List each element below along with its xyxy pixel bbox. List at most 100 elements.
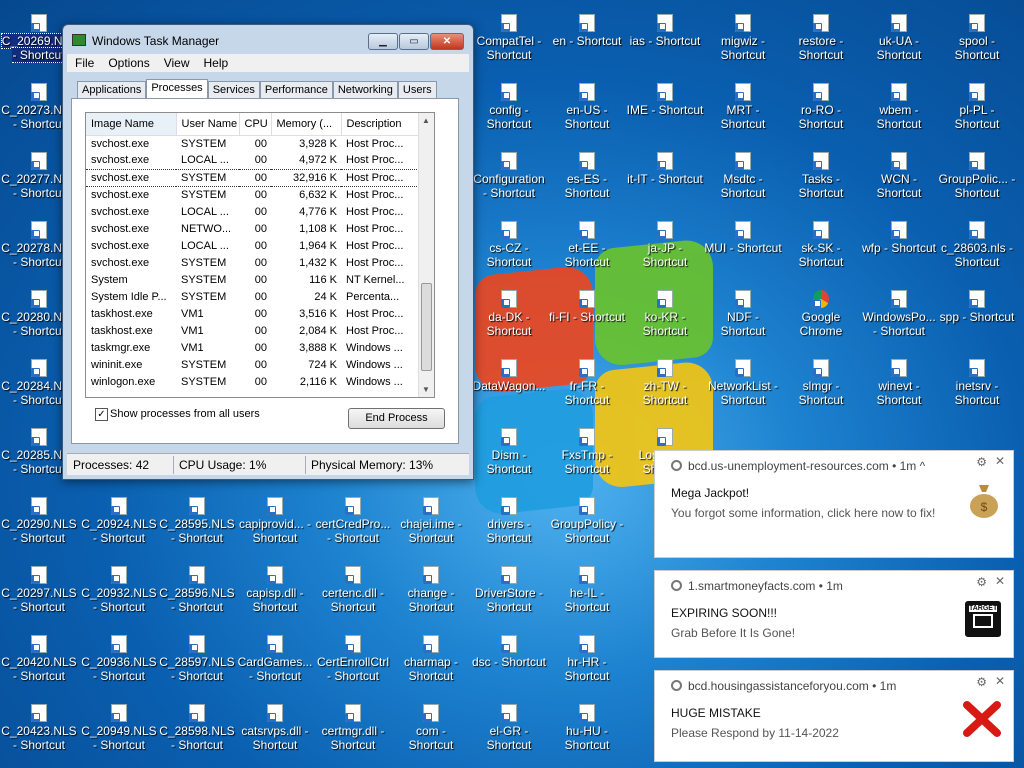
desktop-icon[interactable]: winevt - Shortcut (860, 353, 938, 421)
desktop-icon[interactable]: wbem - Shortcut (860, 77, 938, 145)
desktop-icon[interactable]: dsc - Shortcut (470, 629, 548, 697)
scroll-down-arrow-icon[interactable]: ▼ (422, 385, 430, 394)
scroll-up-arrow-icon[interactable]: ▲ (422, 116, 430, 125)
desktop-icon[interactable]: en-US - Shortcut (548, 77, 626, 145)
process-row[interactable]: winlogon.exe SYSTEM 00 2,116 K Windows ... (86, 373, 419, 390)
process-row[interactable]: System SYSTEM 00 116 K NT Kernel... (86, 271, 419, 288)
tab-services[interactable]: Services (207, 81, 260, 99)
desktop-icon[interactable]: IME - Shortcut (626, 77, 704, 145)
column-description[interactable]: Description (341, 113, 420, 136)
desktop-icon[interactable]: ias - Shortcut (626, 8, 704, 76)
desktop-icon[interactable]: NDF - Shortcut (704, 284, 782, 352)
close-button[interactable]: ✕ (430, 33, 464, 50)
desktop-icon[interactable]: fr-FR - Shortcut (548, 353, 626, 421)
desktop-icon[interactable]: C_28596.NLS - Shortcut (158, 560, 236, 628)
desktop-icon[interactable]: hu-HU - Shortcut (548, 698, 626, 766)
desktop-icon[interactable]: NetworkList - Shortcut (704, 353, 782, 421)
desktop-icon[interactable]: ro-RO - Shortcut (782, 77, 860, 145)
desktop-icon[interactable]: Dism - Shortcut (470, 422, 548, 490)
desktop-icon[interactable]: GroupPolicy - Shortcut (548, 491, 626, 559)
desktop-icon[interactable]: C_28597.NLS - Shortcut (158, 629, 236, 697)
desktop-icon[interactable]: Tasks - Shortcut (782, 146, 860, 214)
desktop-icon[interactable]: C_20949.NLS - Shortcut (80, 698, 158, 766)
desktop-icon[interactable]: el-GR - Shortcut (470, 698, 548, 766)
desktop-icon[interactable]: com - Shortcut (392, 698, 470, 766)
show-all-users-checkbox[interactable]: ✓ (95, 408, 108, 421)
close-icon[interactable]: ✕ (995, 674, 1005, 688)
desktop-icon[interactable]: uk-UA - Shortcut (860, 8, 938, 76)
process-row[interactable]: svchost.exe LOCAL ... 00 4,972 K Host Proc..… (86, 152, 419, 169)
desktop-icon[interactable]: he-IL - Shortcut (548, 560, 626, 628)
notification-jackpot[interactable]: bcd.us-unemployment-resources.com • 1m ^… (654, 450, 1014, 558)
menu-help[interactable]: Help (196, 54, 235, 70)
desktop-icon[interactable]: C_20297.NLS - Shortcut (0, 560, 78, 628)
desktop-icon[interactable]: fi-FI - Shortcut (548, 284, 626, 352)
desktop-icon[interactable]: slmgr - Shortcut (782, 353, 860, 421)
desktop-icon[interactable]: da-DK - Shortcut (470, 284, 548, 352)
desktop-icon[interactable]: C_28595.NLS - Shortcut (158, 491, 236, 559)
process-row[interactable]: taskhost.exe VM1 00 2,084 K Host Proc... (86, 322, 419, 339)
desktop-icon[interactable]: change - Shortcut (392, 560, 470, 628)
menu-view[interactable]: View (156, 54, 196, 70)
desktop-icon[interactable]: certmgr.dll - Shortcut (314, 698, 392, 766)
desktop-icon[interactable]: spool - Shortcut (938, 8, 1016, 76)
desktop-icon[interactable]: WCN - Shortcut (860, 146, 938, 214)
desktop-icon[interactable]: C_20423.NLS - Shortcut (0, 698, 78, 766)
gear-icon[interactable]: ⚙ (976, 455, 987, 469)
vertical-scrollbar[interactable]: ▲ ▼ (418, 113, 434, 397)
desktop-icon[interactable]: C_20290.NLS - Shortcut (0, 491, 78, 559)
desktop-icon[interactable]: DataWagon... (470, 353, 548, 421)
process-row[interactable]: svchost.exe LOCAL ... 00 4,776 K Host Proc..… (86, 203, 419, 220)
desktop-icon[interactable]: MRT - Shortcut (704, 77, 782, 145)
desktop-icon[interactable]: config - Shortcut (470, 77, 548, 145)
desktop-icon[interactable]: wfp - Shortcut (860, 215, 938, 283)
notification-huge-mistake[interactable]: bcd.housingassistanceforyou.com • 1m ⚙ ✕… (654, 670, 1014, 762)
process-row[interactable]: taskhost.exe VM1 00 3,516 K Host Proc... (86, 305, 419, 322)
menu-file[interactable]: File (67, 54, 100, 70)
desktop-icon[interactable]: CardGames... - Shortcut (236, 629, 314, 697)
desktop-icon[interactable]: it-IT - Shortcut (626, 146, 704, 214)
desktop-icon[interactable]: CertEnrollCtrl - Shortcut (314, 629, 392, 697)
desktop-icon[interactable]: capisp.dll - Shortcut (236, 560, 314, 628)
process-row[interactable]: wininit.exe SYSTEM 00 724 K Windows ... (86, 356, 419, 373)
desktop-icon[interactable]: inetsrv - Shortcut (938, 353, 1016, 421)
column-memory[interactable]: Memory (... (271, 113, 342, 136)
desktop-icon[interactable]: DriverStore - Shortcut (470, 560, 548, 628)
process-row[interactable]: svchost.exe NETWO... 00 1,108 K Host Proc... (86, 220, 419, 237)
desktop-icon[interactable]: C_28598.NLS - Shortcut (158, 698, 236, 766)
desktop-icon[interactable]: FxsTmp - Shortcut (548, 422, 626, 490)
desktop-icon[interactable]: drivers - Shortcut (470, 491, 548, 559)
desktop-icon[interactable]: C_20420.NLS - Shortcut (0, 629, 78, 697)
desktop-icon[interactable]: sk-SK - Shortcut (782, 215, 860, 283)
menu-options[interactable]: Options (100, 54, 155, 70)
desktop-icon[interactable]: chajei.ime - Shortcut (392, 491, 470, 559)
desktop-icon[interactable]: spp - Shortcut (938, 284, 1016, 352)
process-row[interactable]: svchost.exe SYSTEM 00 6,632 K Host Proc... (86, 186, 419, 203)
desktop-icon[interactable]: ko-KR - Shortcut (626, 284, 704, 352)
desktop-icon[interactable]: en - Shortcut (548, 8, 626, 76)
desktop-icon[interactable]: CompatTel - Shortcut (470, 8, 548, 76)
maximize-button[interactable]: ▭ (399, 33, 429, 50)
column-user-name[interactable]: User Name (176, 113, 240, 136)
minimize-button[interactable]: ▁ (368, 33, 398, 50)
desktop-icon[interactable]: Configuration - Shortcut (470, 146, 548, 214)
desktop-icon[interactable]: es-ES - Shortcut (548, 146, 626, 214)
tab-performance[interactable]: Performance (259, 81, 333, 99)
desktop-icon[interactable]: capiprovid... - Shortcut (236, 491, 314, 559)
tab-applications[interactable]: Applications (77, 81, 147, 99)
column-cpu[interactable]: CPU (239, 113, 272, 136)
desktop-icon[interactable]: ja-JP - Shortcut (626, 215, 704, 283)
desktop-icon[interactable]: et-EE - Shortcut (548, 215, 626, 283)
desktop-icon[interactable]: catsrvps.dll - Shortcut (236, 698, 314, 766)
notification-expiring[interactable]: 1.smartmoneyfacts.com • 1m ⚙ ✕ EXPIRING … (654, 570, 1014, 658)
gear-icon[interactable]: ⚙ (976, 575, 987, 589)
desktop-icon[interactable]: GroupPolic... - Shortcut (938, 146, 1016, 214)
process-row[interactable]: svchost.exe LOCAL ... 00 1,964 K Host Proc..… (86, 237, 419, 254)
title-bar[interactable]: Windows Task Manager ▁ ▭ ✕ (63, 25, 473, 57)
desktop-icon[interactable]: hr-HR - Shortcut (548, 629, 626, 697)
process-row[interactable]: svchost.exe SYSTEM 00 3,928 K Host Proc... (86, 135, 419, 152)
desktop-icon[interactable]: cs-CZ - Shortcut (470, 215, 548, 283)
process-row[interactable]: System Idle P... SYSTEM 00 24 K Percenta... (86, 288, 419, 305)
process-row[interactable]: taskmgr.exe VM1 00 3,888 K Windows ... (86, 339, 419, 356)
desktop-icon[interactable]: certCredPro... - Shortcut (314, 491, 392, 559)
